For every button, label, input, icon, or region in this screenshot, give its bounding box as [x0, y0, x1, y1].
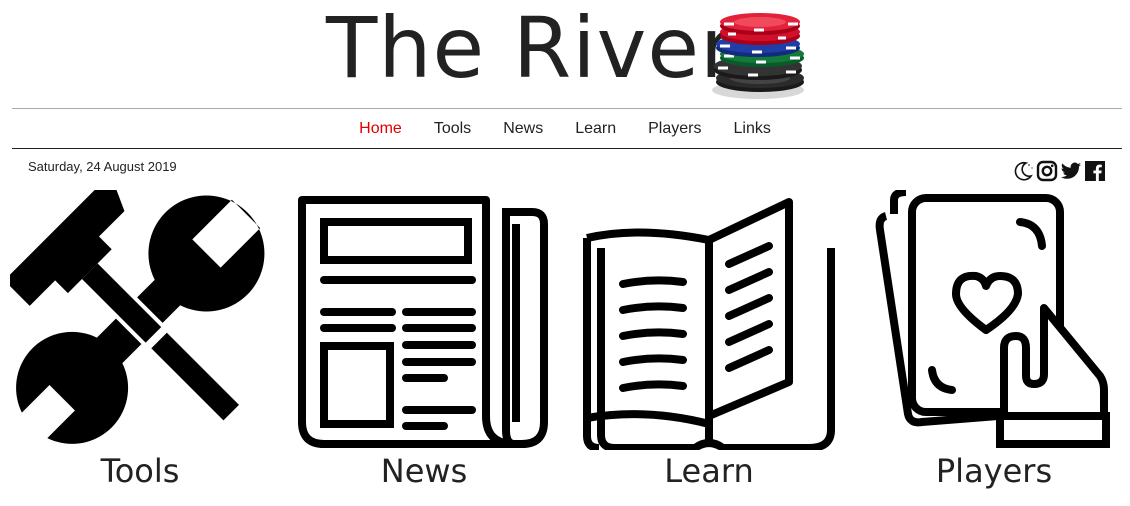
poker-chips-icon [712, 13, 804, 99]
nav-divider [12, 148, 1122, 149]
tile-learn-label: Learn [664, 452, 754, 490]
tile-players[interactable]: Players [864, 190, 1124, 490]
playing-cards-icon [875, 190, 1110, 448]
nav-links[interactable]: Links [733, 120, 770, 138]
current-date: Saturday, 24 August 2019 [28, 159, 177, 174]
main-nav: Home Tools News Learn Players Links [0, 110, 1130, 148]
open-book-icon [583, 198, 835, 450]
site-title[interactable]: The River [326, 0, 736, 96]
site-header: The River [0, 0, 1130, 106]
instagram-icon[interactable] [1036, 160, 1058, 182]
moon-icon[interactable] [1012, 160, 1033, 182]
tile-players-label: Players [935, 452, 1053, 490]
social-links [1012, 160, 1105, 182]
tile-tools[interactable]: Tools [10, 190, 270, 490]
tile-news-label: News [380, 452, 468, 490]
tile-news[interactable]: News [294, 190, 554, 490]
nav-home[interactable]: Home [359, 120, 402, 138]
header-divider [12, 108, 1122, 109]
newspaper-icon [298, 196, 548, 448]
wrench-hammer-icon [10, 190, 265, 450]
nav-news[interactable]: News [503, 120, 543, 138]
nav-players[interactable]: Players [648, 120, 701, 138]
tile-tools-label: Tools [100, 452, 180, 490]
section-tiles: Tools News Learn Players [0, 190, 1130, 506]
nav-learn[interactable]: Learn [575, 120, 616, 138]
tile-learn[interactable]: Learn [579, 190, 839, 490]
facebook-icon[interactable] [1084, 160, 1105, 182]
twitter-icon[interactable] [1060, 160, 1082, 182]
nav-tools[interactable]: Tools [434, 120, 471, 138]
